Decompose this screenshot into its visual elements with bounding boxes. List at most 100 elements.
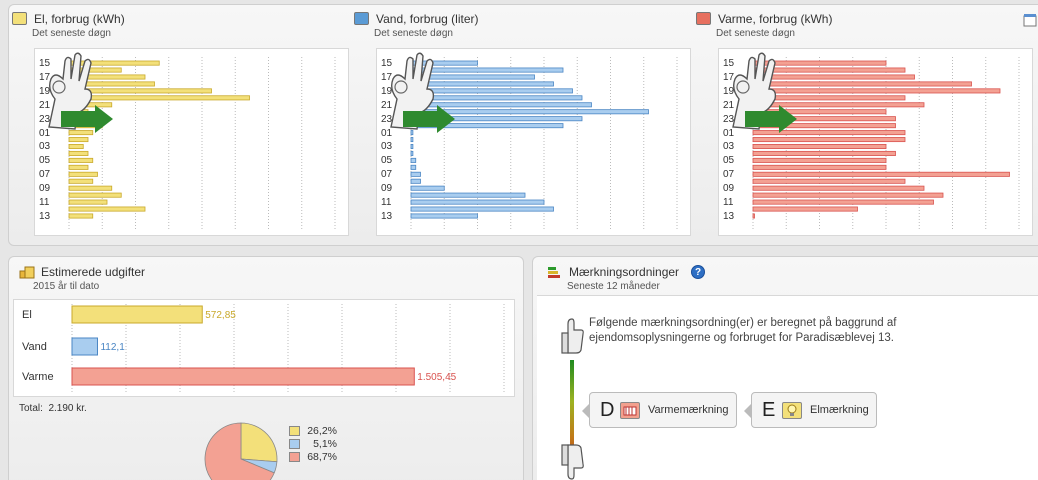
pointer-arrow xyxy=(744,403,752,419)
bar xyxy=(68,137,89,143)
hour-tick-label: 09 xyxy=(723,183,735,195)
marking-title: Mærkningsordninger xyxy=(569,265,680,279)
bar xyxy=(68,164,89,170)
bar xyxy=(68,150,89,156)
expense-bar xyxy=(71,337,98,356)
bar xyxy=(752,213,755,219)
bar xyxy=(410,206,554,212)
expense-value-label: 1.505,45 xyxy=(417,372,456,383)
expenses-pie-chart xyxy=(204,422,278,480)
bar xyxy=(68,213,94,219)
pie-slice xyxy=(240,422,278,463)
calendar-icon[interactable] xyxy=(1023,13,1037,30)
bar xyxy=(410,164,417,170)
el-marking-button[interactable]: E Elmærkning xyxy=(744,392,877,428)
hour-tick-label: 09 xyxy=(381,183,393,195)
expense-bar xyxy=(71,367,415,386)
hour-tick-label: 07 xyxy=(381,169,393,181)
expense-value-label: 112,1 xyxy=(100,342,125,353)
el-title: El, forbrug (kWh) xyxy=(34,12,125,26)
expense-row-label: Vand xyxy=(22,341,47,353)
lightbulb-icon xyxy=(12,12,27,25)
hour-tick-label: 11 xyxy=(39,197,50,208)
coins-icon xyxy=(19,265,35,279)
hour-tick-label: 03 xyxy=(381,141,393,153)
hour-tick-label: 03 xyxy=(723,141,735,153)
expenses-total: Total: 2.190 kr. xyxy=(19,403,87,414)
lightbulb-icon xyxy=(782,402,802,419)
legend-label: 5,1% xyxy=(313,438,337,450)
marking-description: Følgende mærkningsordning(er) er beregne… xyxy=(589,317,897,344)
bar xyxy=(410,150,414,156)
legend-swatch xyxy=(289,439,300,449)
varme-chart[interactable]: 15 17 19 21 23 01 03 05 07 09 11 13 xyxy=(718,48,1033,236)
bar xyxy=(410,171,421,177)
hour-tick-label: 05 xyxy=(723,155,735,167)
vand-chart[interactable]: 15 17 19 21 23 01 03 05 07 09 11 13 xyxy=(376,48,691,236)
el-subtitle: Det seneste døgn xyxy=(32,28,111,39)
bar xyxy=(410,213,478,219)
bar xyxy=(68,206,146,212)
legend-swatch xyxy=(289,452,300,462)
radiator-icon xyxy=(696,12,711,25)
bar xyxy=(752,178,906,184)
expenses-bar-svg: El 572,85 Vand 112,1 Varme 1.505,45 xyxy=(22,304,505,392)
bar xyxy=(410,199,545,205)
legend-label: 68,7% xyxy=(307,451,337,463)
bar xyxy=(752,171,1010,177)
el-chart[interactable]: 15 17 19 21 23 01 03 05 07 09 11 13 xyxy=(34,48,349,236)
el-consumption-module: El, forbrug (kWh) Det seneste døgn 15 17 19 2… xyxy=(10,10,349,238)
bar xyxy=(68,199,108,205)
heat-marking-label: Varmemærkning xyxy=(648,404,729,416)
bar xyxy=(410,157,417,163)
marking-content: Følgende mærkningsordning(er) er beregne… xyxy=(537,295,1038,480)
help-icon[interactable]: ? xyxy=(691,265,705,279)
bar xyxy=(752,150,896,156)
marking-subtitle: Seneste 12 måneder xyxy=(567,281,660,292)
hour-tick-label: 11 xyxy=(381,197,392,208)
bar xyxy=(752,137,906,143)
legend-label: 26,2% xyxy=(307,425,337,437)
legend-swatch xyxy=(289,426,300,436)
expense-value-label: 572,85 xyxy=(205,310,236,321)
bar xyxy=(410,144,414,150)
hour-tick-label: 13 xyxy=(39,210,51,222)
varme-consumption-module: Varme, forbrug (kWh) Det seneste døgn 15 17… xyxy=(694,10,1033,238)
ok-hand-icon xyxy=(48,52,113,133)
hour-tick-label: 07 xyxy=(723,169,735,181)
hour-tick-label: 13 xyxy=(723,210,735,222)
thumbs-down-icon xyxy=(561,444,584,480)
bar xyxy=(752,157,887,163)
bar xyxy=(68,157,94,163)
bar xyxy=(752,164,887,170)
expense-row-label: Varme xyxy=(22,371,54,383)
bar xyxy=(68,178,94,184)
hour-tick-label: 05 xyxy=(39,155,51,167)
total-label: Total: xyxy=(19,403,43,414)
bar xyxy=(752,144,887,150)
bar xyxy=(410,192,526,198)
hour-tick-label: 09 xyxy=(39,183,51,195)
heat-marking-letter: D xyxy=(600,399,615,421)
expenses-panel: Estimerede udgifter 2015 år til dato El 5… xyxy=(8,256,524,480)
expense-row-label: El xyxy=(22,309,32,321)
hour-tick-label: 13 xyxy=(381,210,393,222)
varme-title: Varme, forbrug (kWh) xyxy=(718,12,833,26)
total-value: 2.190 kr. xyxy=(48,403,87,414)
bar xyxy=(68,144,84,150)
vand-title: Vand, forbrug (liter) xyxy=(376,12,479,26)
radiator-icon xyxy=(620,402,640,419)
bar xyxy=(752,185,925,191)
bar xyxy=(752,199,934,205)
hour-tick-label: 05 xyxy=(381,155,393,167)
heat-marking-button[interactable]: D Varmemærkning xyxy=(582,392,737,428)
ok-hand-icon xyxy=(732,52,797,133)
expenses-chart: El 572,85 Vand 112,1 Varme 1.505,45 xyxy=(13,299,515,397)
expenses-title: Estimerede udgifter xyxy=(41,265,146,279)
hour-tick-label: 11 xyxy=(723,197,734,208)
water-tap-icon xyxy=(354,12,369,25)
bar xyxy=(68,171,98,177)
bar xyxy=(410,178,421,184)
bar xyxy=(68,192,122,198)
expenses-subtitle: 2015 år til dato xyxy=(33,281,100,292)
